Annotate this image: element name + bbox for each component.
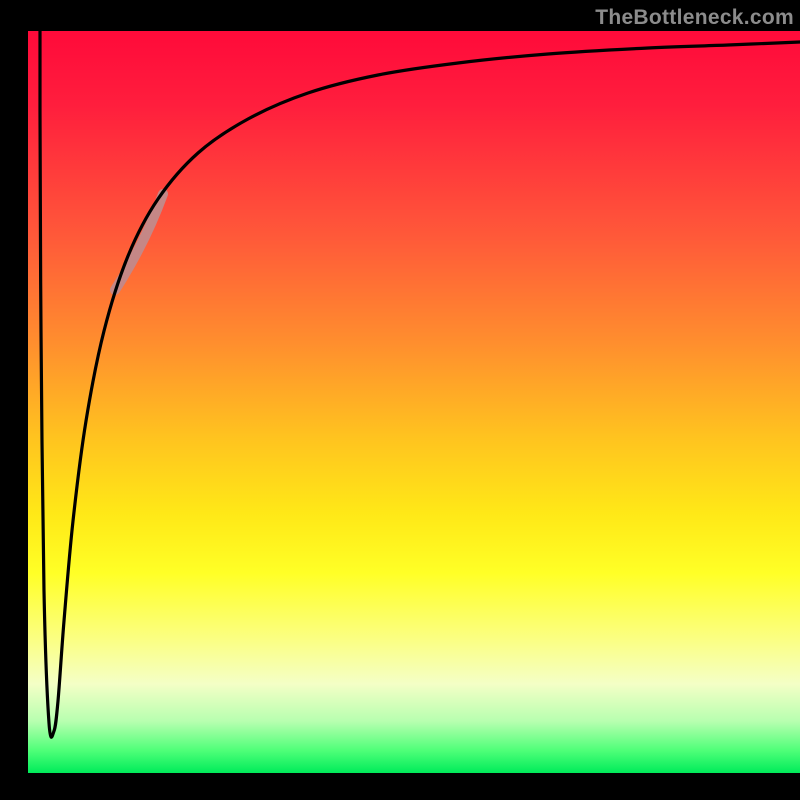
bottleneck-curve — [40, 31, 800, 737]
chart-frame — [0, 31, 800, 800]
attribution-text: TheBottleneck.com — [595, 6, 794, 30]
curve-layer — [28, 31, 800, 773]
plot-area — [28, 31, 800, 773]
